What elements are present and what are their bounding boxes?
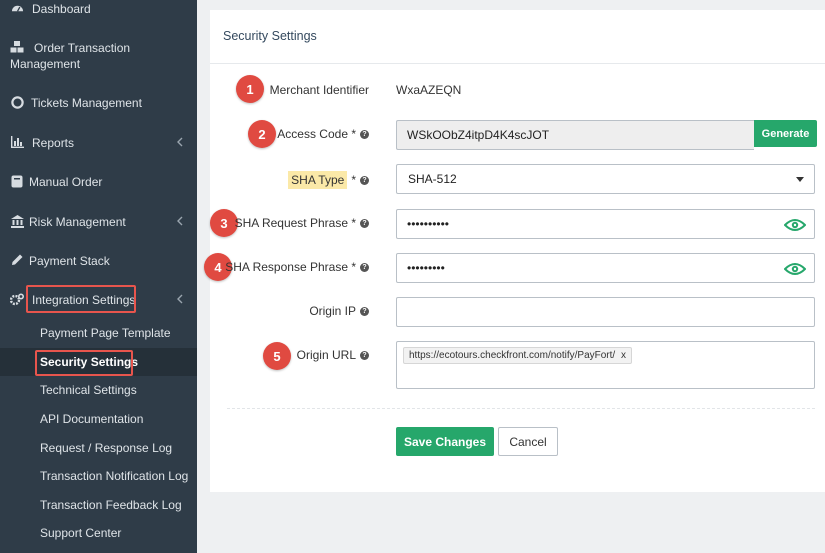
help-icon[interactable]: ? xyxy=(360,218,369,228)
sha-response-label: SHA Response Phrase * ? xyxy=(225,260,369,274)
sha-type-select[interactable]: SHA-512 xyxy=(396,164,815,194)
sha-type-value: SHA-512 xyxy=(408,172,457,186)
submenu-label: Support Center xyxy=(40,526,122,540)
sidebar-item-label: Risk Management xyxy=(29,215,126,229)
submenu-label: Request / Response Log xyxy=(40,441,173,455)
merchant-identifier-value: WxaAZEQN xyxy=(396,83,462,97)
top-strip xyxy=(210,0,825,10)
origin-ip-label: Origin IP ? xyxy=(309,304,369,318)
origin-ip-input[interactable] xyxy=(396,297,815,327)
required-mark: * xyxy=(351,173,356,187)
submenu-label: Technical Settings xyxy=(40,383,137,397)
sidebar: Dashboard Order Transaction Management T… xyxy=(0,0,197,553)
gears-icon xyxy=(10,292,24,306)
submenu-payment-page-template[interactable]: Payment Page Template xyxy=(0,319,197,347)
submenu-label: API Documentation xyxy=(40,412,144,426)
chevron-left-icon xyxy=(176,293,184,305)
origin-ip-label-text: Origin IP xyxy=(309,304,356,318)
bank-icon xyxy=(10,214,24,228)
bar-chart-icon xyxy=(10,135,24,149)
sidebar-item-label: Tickets Management xyxy=(31,96,142,110)
help-icon[interactable]: ? xyxy=(360,306,369,316)
submenu-transaction-feedback-log[interactable]: Transaction Feedback Log xyxy=(0,491,197,519)
remove-tag-icon[interactable]: x xyxy=(621,350,626,361)
merchant-identifier-label: Merchant Identifier xyxy=(270,83,369,97)
submenu-technical-settings[interactable]: Technical Settings xyxy=(0,376,197,404)
manual-order-icon xyxy=(10,174,24,188)
life-ring-icon xyxy=(10,95,24,109)
access-code-field: WSkOObZ4itpD4K4scJOT xyxy=(396,120,754,150)
step-badge-1: 1 xyxy=(236,75,264,103)
sidebar-item-label-line2: Management xyxy=(10,57,81,71)
sha-type-label-text: SHA Type xyxy=(288,171,348,189)
sidebar-item-label: Payment Stack xyxy=(29,254,110,268)
save-changes-button[interactable]: Save Changes xyxy=(396,427,494,456)
help-icon[interactable]: ? xyxy=(360,262,369,272)
submenu-label: Transaction Notification Log xyxy=(40,469,189,483)
cubes-icon xyxy=(10,40,24,54)
step-badge-2: 2 xyxy=(248,120,276,148)
security-settings-panel: Security Settings 1 Merchant Identifier … xyxy=(204,10,825,492)
sha-response-value: ••••••••• xyxy=(407,261,445,275)
access-code-label: Access Code * ? xyxy=(277,127,369,141)
submenu-label: Payment Page Template xyxy=(40,326,171,340)
origin-url-tag-text: https://ecotours.checkfront.com/notify/P… xyxy=(409,350,616,361)
help-icon[interactable]: ? xyxy=(360,350,369,360)
sha-response-input[interactable]: ••••••••• xyxy=(396,253,815,283)
sha-type-label: SHA Type * ? xyxy=(288,171,369,189)
sidebar-item-label: Manual Order xyxy=(29,175,103,189)
panel-divider xyxy=(210,63,825,64)
submenu-request-response-log[interactable]: Request / Response Log xyxy=(0,434,197,462)
submenu-support-center[interactable]: Support Center xyxy=(0,519,197,547)
generate-button[interactable]: Generate xyxy=(754,120,817,147)
access-code-value: WSkOObZ4itpD4K4scJOT xyxy=(407,128,550,142)
sidebar-item-label: Reports xyxy=(32,136,75,150)
origin-url-label-text: Origin URL xyxy=(296,348,356,362)
merchant-identifier-label-text: Merchant Identifier xyxy=(269,83,369,97)
sha-request-input[interactable]: •••••••••• xyxy=(396,209,815,239)
help-icon[interactable]: ? xyxy=(360,129,369,139)
access-code-label-text: Access Code * xyxy=(277,127,356,141)
origin-url-tag-input[interactable]: https://ecotours.checkfront.com/notify/P… xyxy=(396,341,815,389)
eye-icon[interactable] xyxy=(783,262,807,276)
help-icon[interactable]: ? xyxy=(360,175,369,185)
origin-url-tag: https://ecotours.checkfront.com/notify/P… xyxy=(403,347,632,364)
origin-url-label: Origin URL ? xyxy=(297,348,369,362)
submenu-label: Transaction Feedback Log xyxy=(40,498,182,512)
submenu-api-documentation[interactable]: API Documentation xyxy=(0,405,197,433)
sha-request-label: SHA Request Phrase * ? xyxy=(235,216,369,230)
dashboard-icon xyxy=(10,1,24,15)
integration-settings-highlight xyxy=(26,285,136,313)
eye-icon[interactable] xyxy=(783,218,807,232)
sidebar-item-label: Order Transaction xyxy=(34,41,131,55)
form-divider xyxy=(227,408,815,409)
pencil-icon xyxy=(10,253,24,267)
caret-down-icon xyxy=(796,177,804,182)
cancel-button[interactable]: Cancel xyxy=(498,427,558,456)
chevron-left-icon xyxy=(176,136,184,148)
sidebar-item-label: Dashboard xyxy=(32,2,91,16)
sha-response-label-text: SHA Response Phrase * xyxy=(225,260,356,274)
step-badge-5: 5 xyxy=(263,342,291,370)
chevron-left-icon xyxy=(176,215,184,227)
sha-request-label-text: SHA Request Phrase * xyxy=(234,216,356,230)
panel-title: Security Settings xyxy=(223,29,317,43)
security-settings-highlight xyxy=(35,350,133,376)
sha-request-value: •••••••••• xyxy=(407,217,450,231)
submenu-transaction-notification-log[interactable]: Transaction Notification Log xyxy=(0,462,197,490)
